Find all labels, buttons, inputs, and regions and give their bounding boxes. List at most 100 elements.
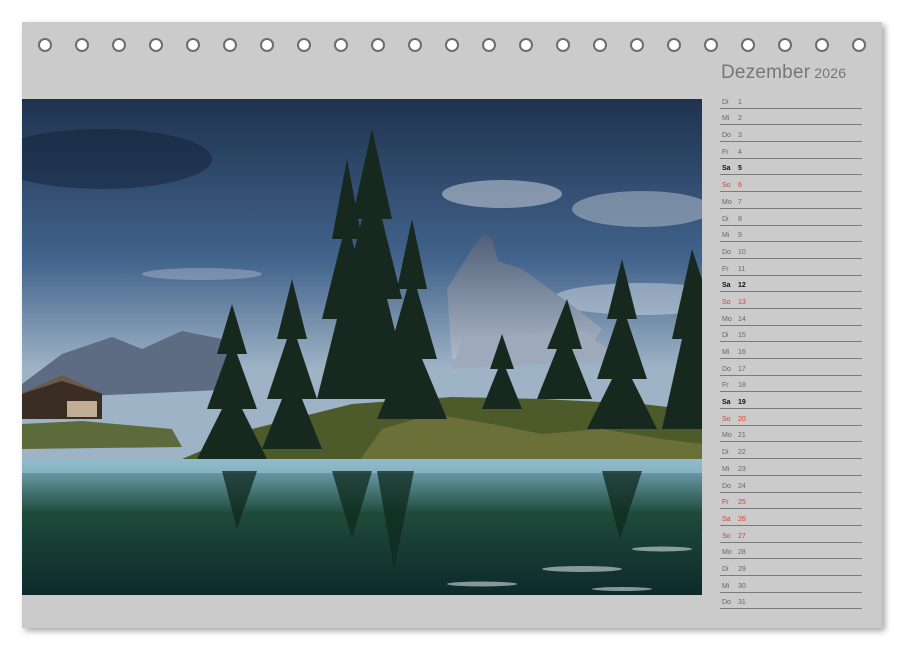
- weekday-label: Mo: [722, 315, 732, 323]
- day-row: Di 1: [720, 92, 862, 109]
- weekday-label: Fr: [722, 148, 729, 156]
- weekday-label: Do: [722, 132, 731, 140]
- landscape-photo: [22, 99, 702, 595]
- weekday-label: Di: [722, 98, 729, 106]
- day-row: Fr 18: [720, 376, 862, 393]
- day-number: 20: [738, 415, 746, 423]
- weekday-label: Mi: [722, 582, 730, 590]
- day-number: 6: [738, 182, 742, 190]
- day-row: Mo 7: [720, 192, 862, 209]
- day-number: 13: [738, 298, 746, 306]
- day-row: So 13: [720, 292, 862, 309]
- binding-ring: [260, 38, 274, 52]
- day-row: Sa 12: [720, 276, 862, 293]
- weekday-label: Di: [722, 215, 729, 223]
- day-number: 2: [738, 115, 742, 123]
- day-row: Mi 9: [720, 226, 862, 243]
- binding-ring: [667, 38, 681, 52]
- weekday-label: So: [722, 532, 731, 540]
- calendar-page: Dezember 2026 Di 1 Mi 2 Do 3 Fr 4 Sa 5 S…: [22, 22, 882, 628]
- weekday-label: Mi: [722, 232, 730, 240]
- binding-ring: [556, 38, 570, 52]
- mountain-lake-image: [22, 99, 702, 595]
- binding-ring: [852, 38, 866, 52]
- weekday-label: Fr: [722, 382, 729, 390]
- weekday-label: Mi: [722, 115, 730, 123]
- day-row: Di 15: [720, 326, 862, 343]
- binding-ring: [704, 38, 718, 52]
- day-row: Sa 5: [720, 159, 862, 176]
- day-number: 5: [738, 165, 742, 173]
- day-number: 18: [738, 382, 746, 390]
- day-row: Do 10: [720, 242, 862, 259]
- weekday-label: Do: [722, 248, 731, 256]
- weekday-label: Sa: [722, 282, 731, 290]
- day-number: 3: [738, 132, 742, 140]
- day-number: 25: [738, 499, 746, 507]
- day-number: 15: [738, 332, 746, 340]
- month-title: Dezember 2026: [721, 62, 846, 84]
- weekday-label: So: [722, 182, 731, 190]
- weekday-label: Mo: [722, 198, 732, 206]
- binding-ring: [223, 38, 237, 52]
- binding-ring: [741, 38, 755, 52]
- day-row: Do 17: [720, 359, 862, 376]
- day-row: Do 24: [720, 476, 862, 493]
- weekday-label: Do: [722, 599, 731, 607]
- binding-ring: [815, 38, 829, 52]
- day-row: Fr 4: [720, 142, 862, 159]
- day-row: Di 22: [720, 442, 862, 460]
- day-row: Mo 14: [720, 309, 862, 326]
- weekday-label: Mo: [722, 432, 732, 440]
- day-number: 12: [738, 282, 746, 290]
- day-row: Fr 11: [720, 259, 862, 276]
- day-row: Mi 23: [720, 459, 862, 476]
- day-number: 22: [738, 449, 746, 457]
- day-number: 4: [738, 148, 742, 156]
- day-number: 26: [738, 515, 746, 523]
- day-row: So 20: [720, 409, 862, 426]
- binding-ring: [334, 38, 348, 52]
- day-number: 11: [738, 265, 746, 273]
- day-row: Mo 28: [720, 543, 862, 560]
- day-row: Di 29: [720, 559, 862, 576]
- binding-ring: [38, 38, 52, 52]
- day-row: So 27: [720, 526, 862, 543]
- binding-ring: [519, 38, 533, 52]
- month-name: Dezember: [721, 62, 811, 83]
- day-row: Mo 21: [720, 426, 862, 443]
- binding-ring: [482, 38, 496, 52]
- binding-ring: [112, 38, 126, 52]
- day-row: Sa 19: [720, 392, 862, 410]
- day-number: 9: [738, 232, 742, 240]
- day-row: Fr 25: [720, 493, 862, 510]
- binding-ring: [149, 38, 163, 52]
- weekday-label: So: [722, 298, 731, 306]
- binding-ring: [408, 38, 422, 52]
- day-number: 29: [738, 565, 746, 573]
- weekday-label: Fr: [722, 265, 729, 273]
- day-number: 28: [738, 549, 746, 557]
- day-number: 24: [738, 482, 746, 490]
- binding-ring: [75, 38, 89, 52]
- weekday-label: Sa: [722, 515, 731, 523]
- weekday-label: Mo: [722, 549, 732, 557]
- day-row: Do 3: [720, 125, 862, 143]
- binding-ring: [371, 38, 385, 52]
- day-number: 30: [738, 582, 746, 590]
- weekday-label: Do: [722, 482, 731, 490]
- weekday-label: Di: [722, 565, 729, 573]
- binding-ring: [778, 38, 792, 52]
- weekday-label: Mi: [722, 349, 730, 356]
- day-row: So 6: [720, 175, 862, 193]
- day-number: 10: [738, 248, 746, 256]
- day-number: 7: [738, 198, 742, 206]
- binding-ring: [630, 38, 644, 52]
- weekday-label: Do: [722, 365, 731, 373]
- day-number: 23: [738, 465, 746, 473]
- weekday-label: Sa: [722, 399, 731, 407]
- year: 2026: [814, 65, 847, 81]
- weekday-label: Sa: [722, 165, 731, 173]
- day-number: 1: [738, 98, 742, 106]
- weekday-label: Mi: [722, 465, 730, 473]
